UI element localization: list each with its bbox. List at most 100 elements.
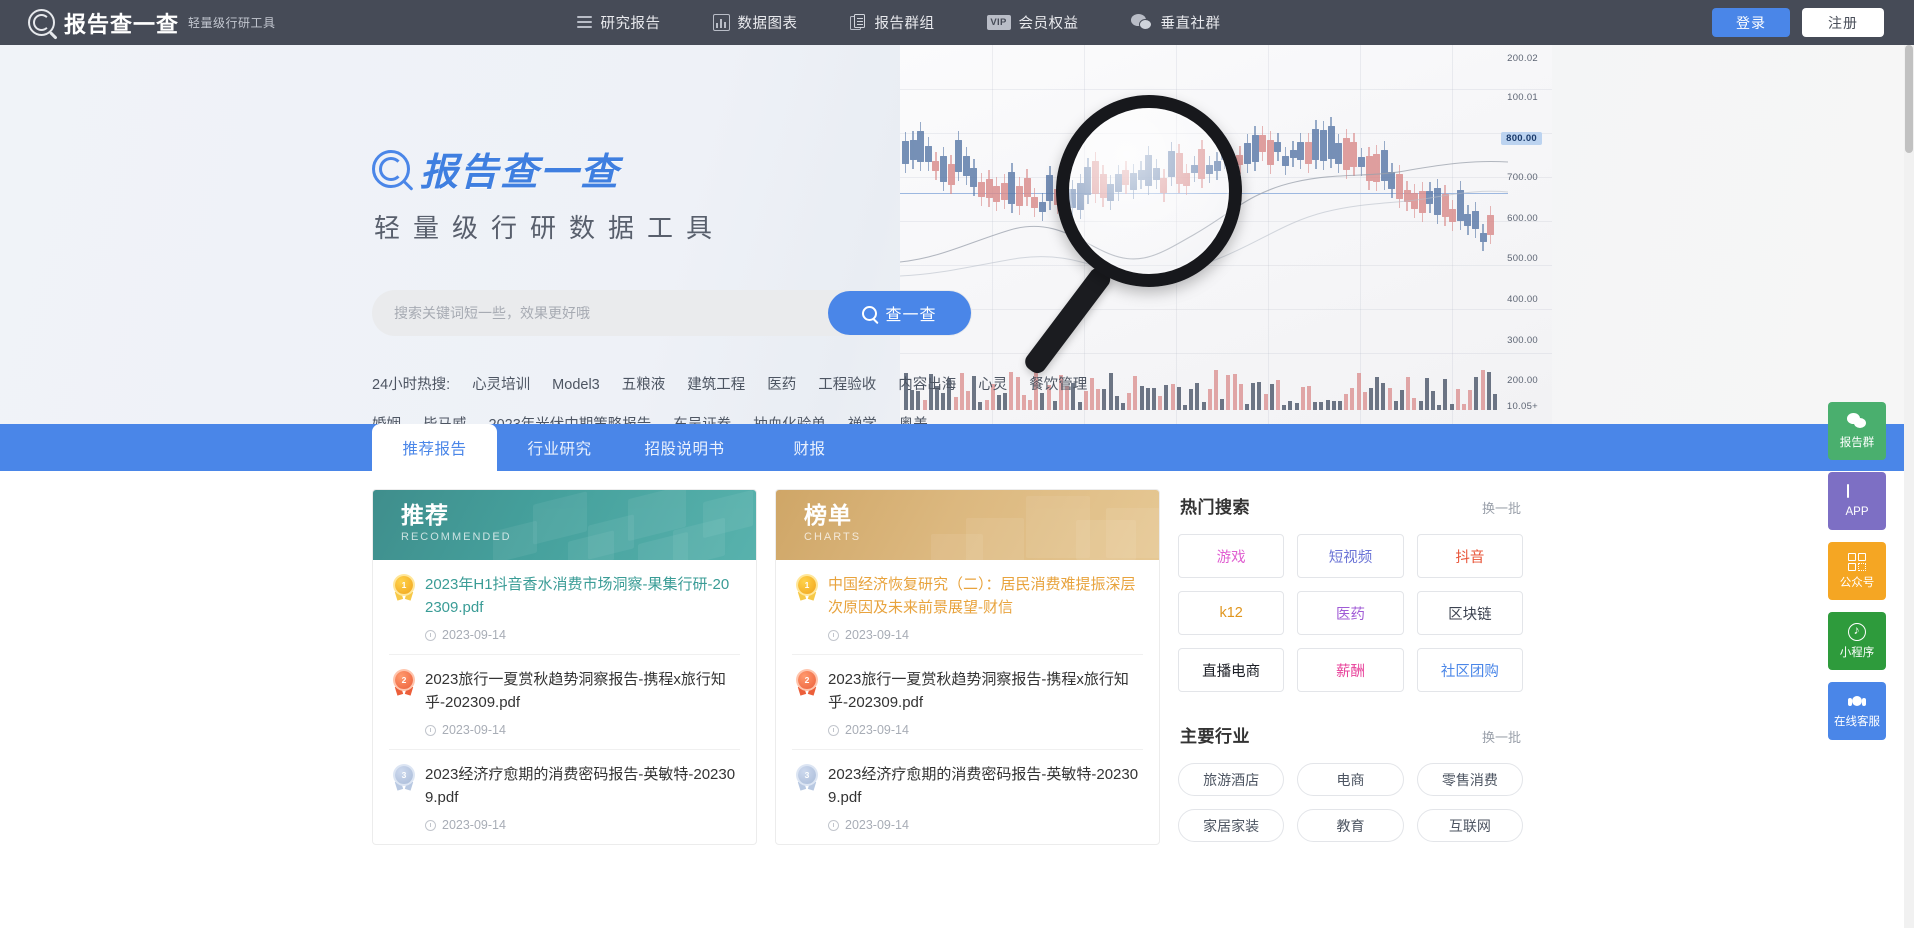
- right-panel: 热门搜索 换一批 游戏 短视频 抖音 k12 医药 区块链 直播电商 薪酬 社区团购 主要行业 …: [1178, 489, 1523, 842]
- nav-item-vertical-community[interactable]: 垂直社群: [1130, 12, 1221, 33]
- search-button[interactable]: 查一查: [828, 291, 971, 335]
- y-axis-tick: 500.00: [1507, 253, 1538, 264]
- report-list-item[interactable]: 2 2023旅行一夏赏秋趋势洞察报告-携程x旅行知乎-202309.pdf 2023…: [792, 655, 1143, 750]
- report-card: 榜单 CHARTS 1 中国经济恢复研究（二）：居民消费难提振深层次原因及未来前景展望…: [775, 489, 1160, 845]
- hot-keyword-link[interactable]: 建筑工程: [687, 377, 745, 393]
- hot-search-tag[interactable]: 医药: [1297, 591, 1404, 635]
- report-list-item[interactable]: 1 中国经济恢复研究（二）：居民消费难提振深层次原因及未来前景展望-财信 2023-…: [792, 560, 1143, 655]
- card-subtitle: RECOMMENDED: [401, 531, 512, 544]
- hot-search-tag[interactable]: 薪酬: [1297, 648, 1404, 692]
- report-title[interactable]: 2023旅行一夏赏秋趋势洞察报告-携程x旅行知乎-202309.pdf: [828, 669, 1139, 714]
- tab-2[interactable]: 招股说明书: [622, 424, 747, 471]
- magnifier-spiral-icon: [28, 9, 55, 36]
- industries-refresh-button[interactable]: 换一批: [1482, 727, 1521, 746]
- hot-keyword-link[interactable]: 东吴证券: [673, 417, 731, 424]
- report-card: 推荐 RECOMMENDED 1 2023年H1抖音香水消费市场洞察-果集行研-202…: [372, 489, 757, 845]
- nav-item-data-charts[interactable]: 数据图表: [712, 12, 798, 33]
- nav-item-research-reports[interactable]: 研究报告: [576, 12, 661, 33]
- hot-search-tag[interactable]: 社区团购: [1416, 648, 1523, 692]
- headset-icon: [1848, 694, 1866, 710]
- hot-keyword-link[interactable]: 禅学: [848, 417, 877, 424]
- hot-keyword-link[interactable]: 工程验收: [818, 377, 876, 393]
- tab-3[interactable]: 财报: [747, 424, 872, 471]
- hot-keyword-link[interactable]: 内容出海: [898, 377, 956, 393]
- industry-tag[interactable]: 家居家装: [1178, 809, 1285, 842]
- report-title[interactable]: 2023旅行一夏赏秋趋势洞察报告-携程x旅行知乎-202309.pdf: [425, 669, 736, 714]
- report-list-item[interactable]: 1 2023年H1抖音香水消费市场洞察-果集行研-202309.pdf 2023-0…: [389, 560, 740, 655]
- report-item-body: 2023旅行一夏赏秋趋势洞察报告-携程x旅行知乎-202309.pdf 2023-…: [425, 669, 736, 737]
- tab-0[interactable]: 推荐报告: [372, 424, 497, 471]
- report-date: 2023-09-14: [828, 628, 1139, 642]
- floating-button-headset[interactable]: 在线客服: [1828, 682, 1886, 740]
- qrcode-icon: [1848, 552, 1866, 571]
- report-title[interactable]: 中国经济恢复研究（二）：居民消费难提振深层次原因及未来前景展望-财信: [828, 574, 1139, 619]
- floating-button-wechat[interactable]: 报告群: [1828, 402, 1886, 460]
- hot-search-refresh-button[interactable]: 换一批: [1482, 498, 1521, 517]
- industry-tag[interactable]: 电商: [1297, 763, 1404, 796]
- main-content: 推荐 RECOMMENDED 1 2023年H1抖音香水消费市场洞察-果集行研-202…: [0, 471, 1914, 928]
- hot-search-tag[interactable]: 游戏: [1178, 534, 1285, 578]
- nav-label: 会员权益: [1018, 16, 1079, 32]
- vertical-scrollbar[interactable]: [1904, 45, 1914, 928]
- nav-item-member-benefits[interactable]: VIP 会员权益: [986, 12, 1079, 33]
- hot-search-tag[interactable]: 抖音: [1416, 534, 1523, 578]
- floating-button-phone[interactable]: APP: [1828, 472, 1886, 530]
- hot-keyword-link[interactable]: Model3: [552, 377, 600, 393]
- industry-tag[interactable]: 旅游酒店: [1178, 763, 1285, 796]
- report-title[interactable]: 2023经济疗愈期的消费密码报告-英敏特-202309.pdf: [425, 764, 736, 809]
- scrollbar-thumb[interactable]: [1905, 45, 1913, 153]
- industry-tag[interactable]: 零售消费: [1416, 763, 1523, 796]
- hot-keyword-link[interactable]: 毕马威: [423, 417, 467, 424]
- tab-1[interactable]: 行业研究: [497, 424, 622, 471]
- report-date: 2023-09-14: [425, 628, 736, 642]
- rank-medal-icon: 3: [393, 766, 415, 791]
- clock-icon: [828, 629, 839, 641]
- tab-list: 推荐报告 行业研究 招股说明书 财报: [372, 424, 872, 471]
- card-header: 推荐 RECOMMENDED: [373, 490, 756, 560]
- rank-medal-icon: 1: [796, 576, 818, 601]
- nav-label: 报告群组: [874, 16, 935, 32]
- hot-search-tag[interactable]: 直播电商: [1178, 648, 1285, 692]
- brand-logo[interactable]: 报告查一查 轻量级行研工具: [28, 7, 276, 39]
- hot-keyword-link[interactable]: 心灵培训: [472, 377, 530, 393]
- hot-search-tag[interactable]: 短视频: [1297, 534, 1404, 578]
- hero-section: 200.02 100.01 800.00 700.00 600.00 500.00 400.…: [0, 45, 1914, 424]
- floating-button-miniprogram[interactable]: 小程序: [1828, 612, 1886, 670]
- menu-list-icon: [576, 14, 593, 31]
- report-list-item[interactable]: 3 2023经济疗愈期的消费密码报告-英敏特-202309.pdf 2023-09-…: [792, 750, 1143, 844]
- y-axis-tick: 200.00: [1507, 375, 1538, 386]
- phone-icon: [1847, 483, 1867, 503]
- hot-search-tag[interactable]: k12: [1178, 591, 1285, 635]
- report-list-item[interactable]: 3 2023经济疗愈期的消费密码报告-英敏特-202309.pdf 2023-09-…: [389, 750, 740, 844]
- y-axis-tick: 400.00: [1507, 294, 1538, 305]
- industry-tag[interactable]: 教育: [1297, 809, 1404, 842]
- hot-keyword-link[interactable]: 餐饮管理: [1029, 377, 1087, 393]
- brand-subtitle: 轻量级行研工具: [188, 16, 276, 30]
- hot-keyword-link[interactable]: 奥美: [899, 417, 928, 424]
- industry-tag[interactable]: 互联网: [1416, 809, 1523, 842]
- register-button[interactable]: 注册: [1802, 8, 1884, 37]
- hot-keyword-link[interactable]: 2023年光伏中期策略报告: [489, 417, 652, 424]
- floating-button-label: 公众号: [1839, 576, 1875, 589]
- report-title[interactable]: 2023年H1抖音香水消费市场洞察-果集行研-202309.pdf: [425, 574, 736, 619]
- hot-keyword-link[interactable]: 婚姻: [372, 417, 401, 424]
- nav-item-report-groups[interactable]: 报告群组: [849, 12, 935, 33]
- report-title[interactable]: 2023经济疗愈期的消费密码报告-英敏特-202309.pdf: [828, 764, 1139, 809]
- miniprogram-icon: [1848, 622, 1866, 641]
- hot-keyword-link[interactable]: 医药: [767, 377, 796, 393]
- hot-search-tag[interactable]: 区块链: [1416, 591, 1523, 635]
- search-input[interactable]: [372, 291, 828, 335]
- hot-keyword-link[interactable]: 五粮液: [622, 377, 666, 393]
- report-list-item[interactable]: 2 2023旅行一夏赏秋趋势洞察报告-携程x旅行知乎-202309.pdf 2023…: [389, 655, 740, 750]
- hot-keyword-link[interactable]: 抽血化验单: [753, 417, 826, 424]
- floating-button-label: 小程序: [1839, 646, 1875, 659]
- y-axis-tick: 10.05+: [1506, 401, 1538, 412]
- hot-search-label: 24小时热搜:: [372, 377, 451, 393]
- login-button[interactable]: 登录: [1712, 8, 1790, 37]
- hero-logo: 报告查一查: [372, 141, 620, 196]
- hot-keyword-link[interactable]: 心灵: [978, 377, 1007, 393]
- floating-button-qrcode[interactable]: 公众号: [1828, 542, 1886, 600]
- report-cards: 推荐 RECOMMENDED 1 2023年H1抖音香水消费市场洞察-果集行研-202…: [372, 489, 1160, 845]
- hero-subtitle: 轻量级行研数据工具: [374, 213, 726, 243]
- tab-bar: 推荐报告 行业研究 招股说明书 财报: [0, 424, 1914, 471]
